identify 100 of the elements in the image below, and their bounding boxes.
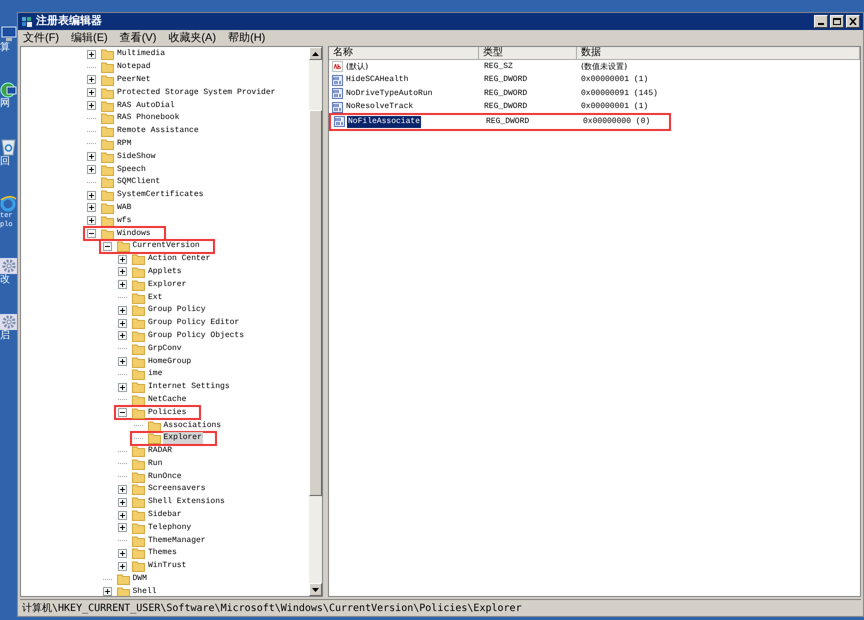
value-name[interactable]: NoFileAssociate [347, 116, 422, 128]
scroll-down-icon[interactable] [309, 583, 322, 596]
folder-icon [132, 458, 145, 470]
menu-item[interactable]: 编辑(E) [71, 32, 108, 44]
tree-item[interactable]: WAB [116, 202, 132, 214]
tree-item[interactable]: Remote Assistance [116, 125, 200, 138]
collapse-icon[interactable] [118, 408, 127, 418]
tree-item[interactable]: RAS Phonebook [116, 112, 180, 124]
tree-item[interactable]: Applets [147, 266, 183, 278]
expand-icon[interactable] [87, 165, 96, 174]
scrollbar[interactable] [309, 47, 322, 596]
tree-item[interactable]: Group Policy [147, 304, 207, 316]
menu-item[interactable]: 查看(V) [120, 32, 156, 44]
tree-item[interactable]: Run [147, 458, 164, 470]
tree-item[interactable]: ime [147, 368, 164, 380]
tree-item[interactable]: Associations [162, 420, 222, 432]
tree-item[interactable]: Policies [147, 406, 188, 419]
scroll-thumb[interactable] [309, 110, 322, 496]
expand-icon[interactable] [118, 510, 127, 520]
tree-item[interactable]: Internet Settings [147, 381, 231, 394]
tree-item[interactable]: Group Policy Objects [147, 330, 246, 342]
expand-icon[interactable] [118, 382, 127, 392]
value-name[interactable]: HideSCAHealth [345, 74, 410, 86]
expand-icon[interactable] [118, 357, 127, 366]
tree-item[interactable]: Shell [132, 586, 158, 596]
expand-icon[interactable] [87, 50, 96, 59]
expand-icon[interactable] [118, 318, 127, 328]
tree-item[interactable]: SystemCertificates [116, 189, 204, 202]
column-header[interactable]: 名称 [329, 47, 479, 60]
expand-icon[interactable] [118, 254, 127, 264]
close-button[interactable] [846, 15, 860, 28]
tree-item[interactable]: Windows [116, 228, 152, 240]
value-data: 0x00000001 (1) [580, 101, 650, 114]
expand-icon[interactable] [87, 152, 96, 162]
expand-icon[interactable] [102, 587, 112, 596]
binary-value-icon [332, 102, 343, 113]
tree-item[interactable]: Group Policy Editor [147, 317, 240, 330]
column-header[interactable]: 类型 [479, 47, 577, 60]
status-bar: 计算机\HKEY_CURRENT_USER\Software\Microsoft\Windows\CurrentVersion\Policies\Explorer [20, 599, 861, 616]
scroll-up-icon[interactable] [309, 47, 322, 60]
tree-item[interactable]: SQMClient [116, 176, 162, 188]
tree-item[interactable]: DWM [132, 573, 148, 586]
tree-item[interactable]: ThemeManager [147, 534, 207, 547]
menu-item[interactable]: 收藏夹(A) [168, 32, 216, 44]
tree-item[interactable]: Multimedia [116, 48, 166, 60]
expand-icon[interactable] [87, 101, 96, 110]
gear-icon [0, 314, 17, 330]
expand-icon[interactable] [87, 216, 96, 226]
expand-icon[interactable] [118, 331, 127, 340]
expand-icon[interactable] [87, 75, 96, 84]
expand-icon[interactable] [87, 203, 96, 212]
tree-item[interactable]: PeerNet [116, 74, 152, 86]
expand-icon[interactable] [118, 523, 127, 532]
menu-item[interactable]: 帮助(H) [228, 32, 266, 44]
value-name[interactable]: (默认) [345, 60, 370, 73]
folder-icon [101, 164, 114, 176]
tree-item[interactable]: Ext [147, 292, 164, 304]
value-type: REG_SZ [483, 60, 514, 73]
tree-item[interactable]: Notepad [116, 61, 152, 74]
tree-item[interactable]: Explorer [162, 432, 203, 444]
expand-icon[interactable] [87, 88, 96, 98]
expand-icon[interactable] [118, 562, 127, 571]
tree-item[interactable]: wfs [116, 214, 132, 227]
tree-item[interactable]: RADAR [147, 445, 174, 458]
expand-icon[interactable] [87, 190, 96, 200]
tree-item[interactable]: CurrentVersion [132, 240, 201, 252]
expand-icon[interactable] [118, 484, 127, 494]
folder-icon [132, 445, 145, 458]
tree-item[interactable]: RAS AutoDial [116, 100, 176, 112]
menu-item[interactable]: 文件(F) [23, 32, 60, 44]
tree-item[interactable]: RunOnce [147, 470, 183, 483]
tree-item[interactable]: WinTrust [147, 560, 188, 572]
tree-item[interactable]: Screensavers [147, 483, 207, 496]
maximize-button[interactable] [830, 15, 844, 28]
expand-icon[interactable] [118, 280, 127, 290]
value-name[interactable]: NoDriveTypeAutoRun [345, 88, 434, 100]
tree-item[interactable]: RPM [116, 138, 132, 150]
tree-item[interactable]: SideShow [116, 150, 156, 163]
expand-icon[interactable] [118, 306, 127, 315]
tree-item[interactable]: Shell Extensions [147, 496, 226, 508]
tree-item[interactable]: GrpConv [147, 342, 183, 355]
tree-item[interactable]: Themes [147, 547, 178, 560]
tree-item[interactable]: Protected Storage System Provider [116, 86, 276, 99]
column-header[interactable]: 数据 [577, 47, 860, 60]
tree-item[interactable]: Explorer [147, 278, 188, 291]
tree-item[interactable]: HomeGroup [147, 356, 192, 368]
tree-item[interactable]: Sidebar [147, 509, 183, 522]
gear-icon [0, 258, 17, 274]
folder-icon [101, 125, 114, 138]
collapse-icon[interactable] [102, 242, 112, 251]
collapse-icon[interactable] [87, 229, 96, 238]
minimize-button[interactable] [814, 15, 828, 28]
tree-item[interactable]: Speech [116, 164, 147, 176]
expand-icon[interactable] [118, 548, 127, 558]
tree-item[interactable]: Action Center [147, 253, 212, 266]
tree-item[interactable]: NetCache [147, 394, 188, 406]
expand-icon[interactable] [118, 267, 127, 276]
tree-item[interactable]: Telephony [147, 522, 192, 534]
expand-icon[interactable] [118, 498, 127, 507]
value-name[interactable]: NoResolveTrack [345, 101, 414, 114]
